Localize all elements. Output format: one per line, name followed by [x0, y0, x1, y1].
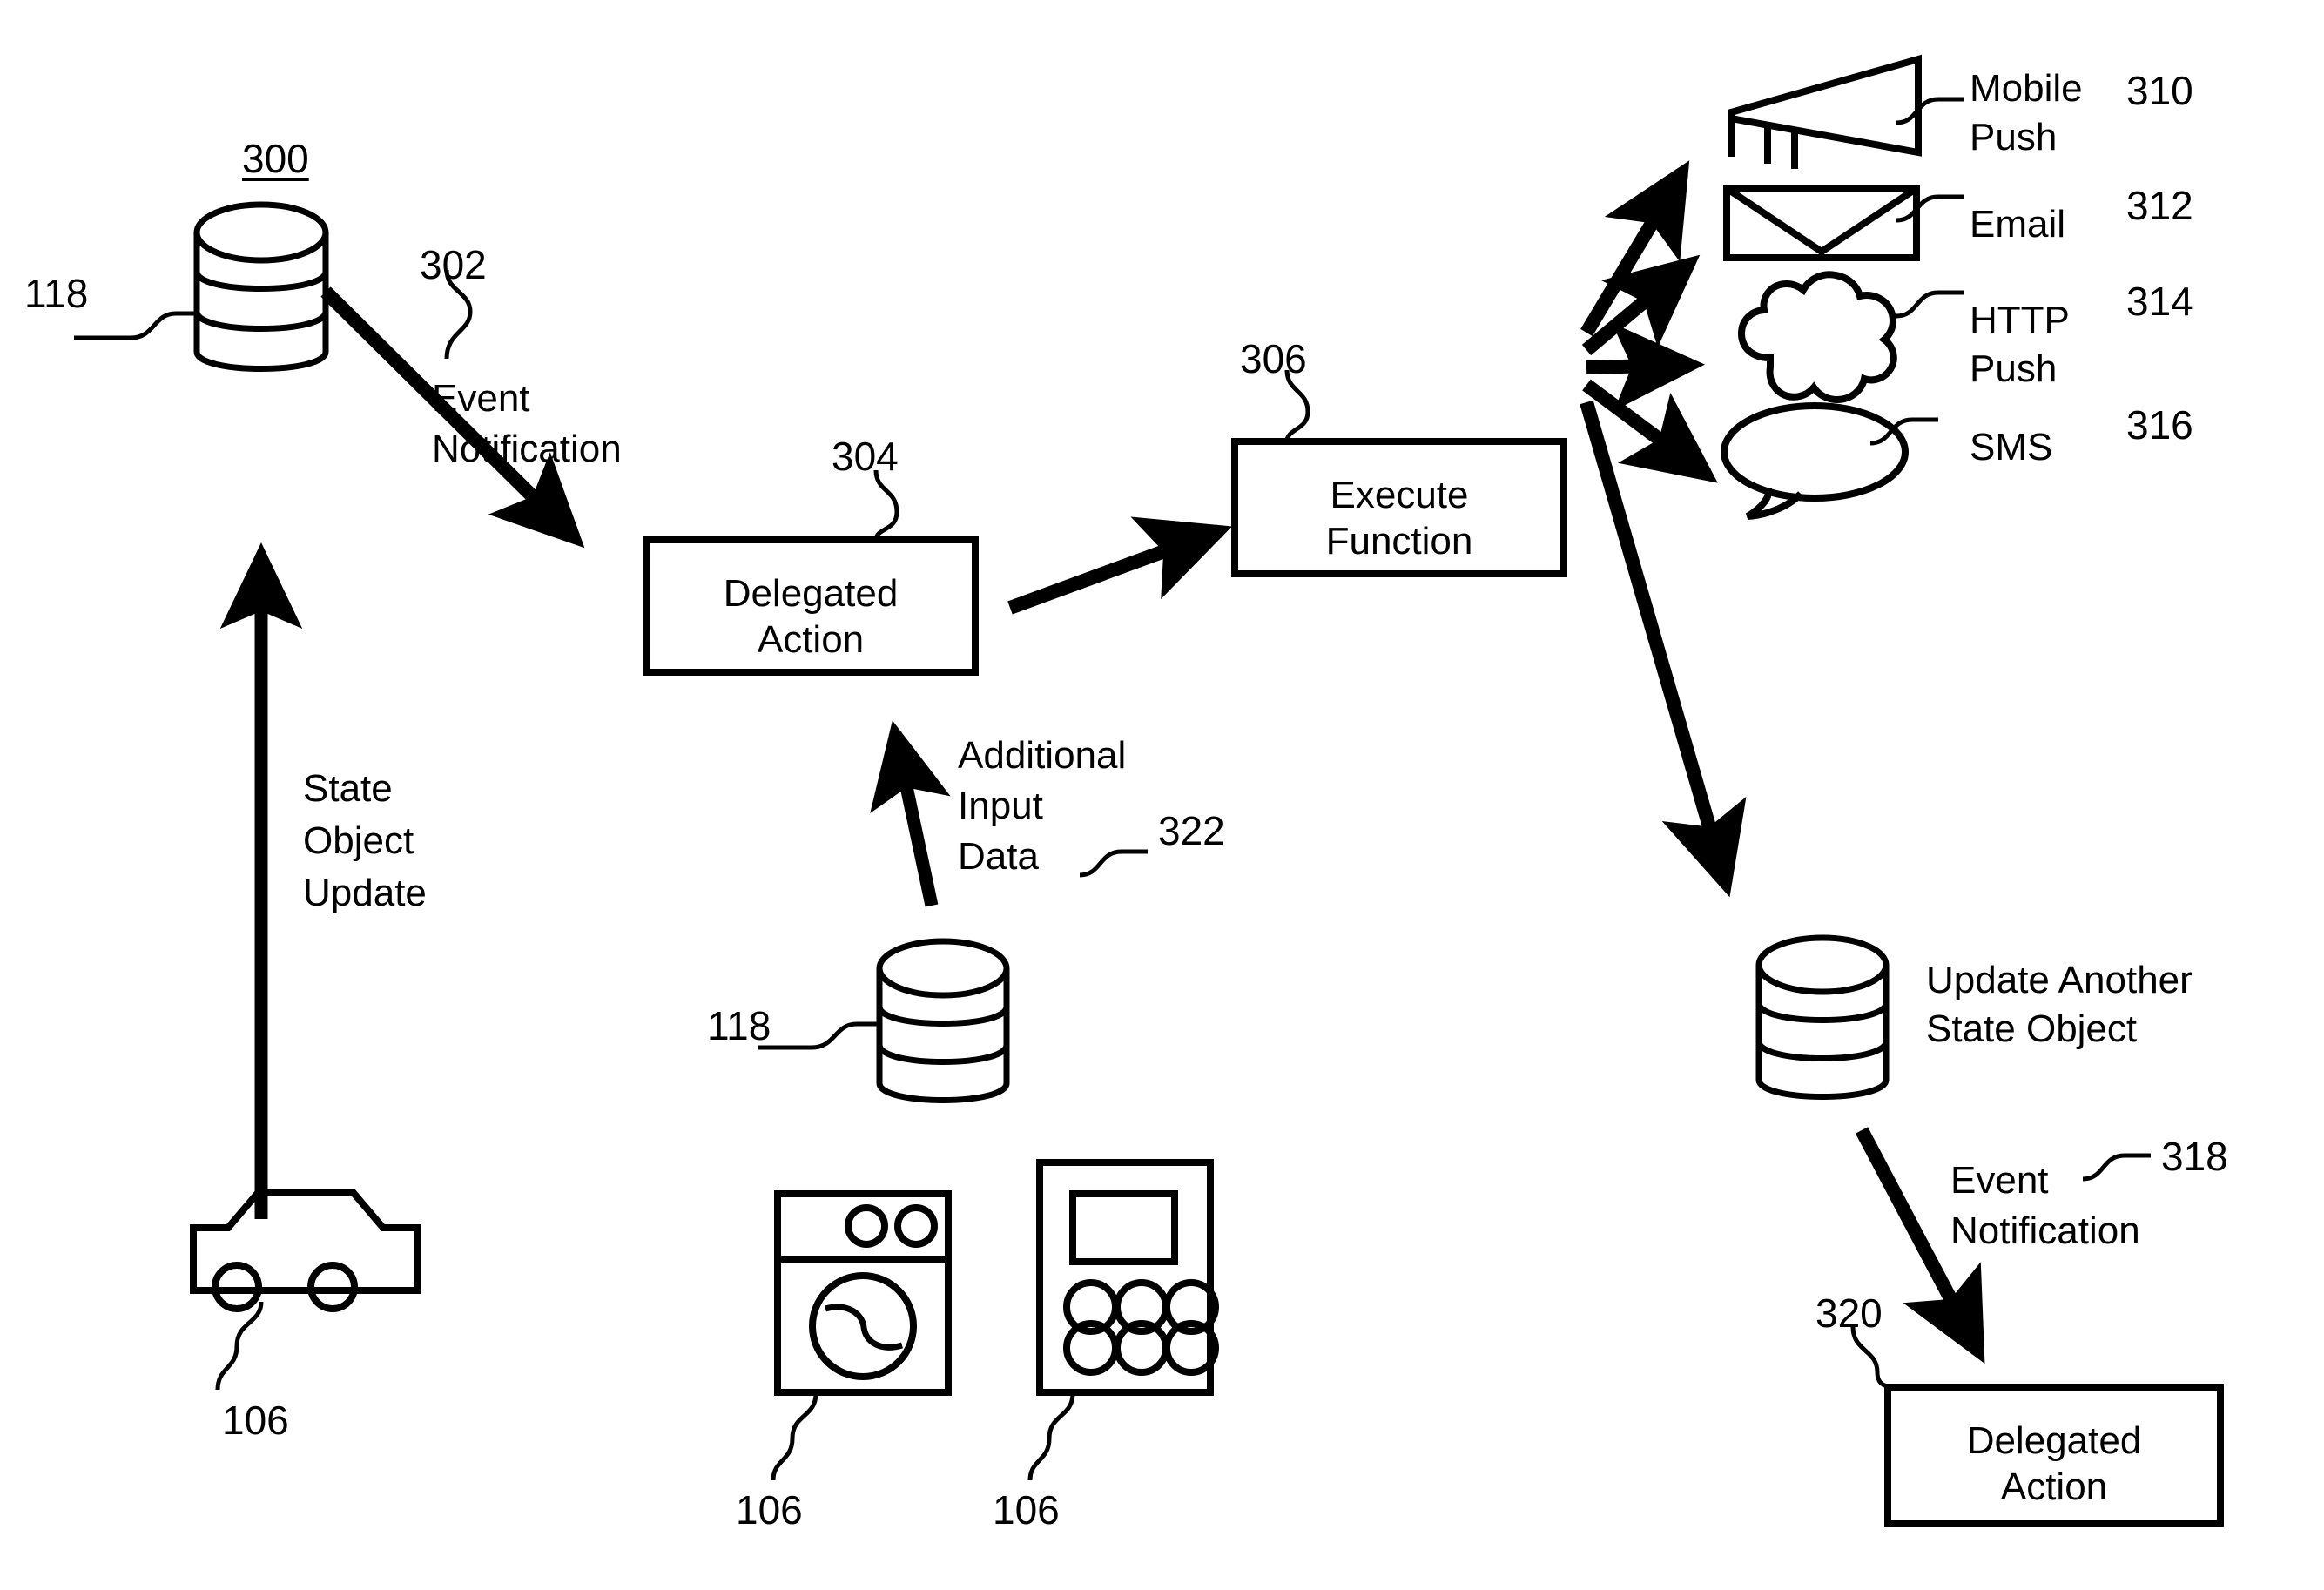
numeral-322: 322	[1158, 808, 1225, 853]
numeral-306: 306	[1240, 336, 1307, 381]
leader-line-106-car	[215, 1301, 264, 1391]
numeral-320: 320	[1815, 1290, 1883, 1336]
edge-label-state-object-update-line1: State	[303, 767, 393, 810]
output-label-email-line1: Email	[1970, 203, 2066, 246]
output-label-sms-line1: SMS	[1970, 426, 2053, 468]
numeral-106-car: 106	[222, 1398, 289, 1443]
washing-machine-icon	[774, 1190, 952, 1396]
arrow-to-http-push	[1586, 322, 1705, 411]
diagram-canvas: 300 118 302 Event Notification State Obj…	[0, 0, 2324, 1590]
leader-line-322	[1079, 849, 1148, 878]
leader-line-118-middle	[758, 1021, 879, 1050]
edge-label-additional-input-data-line3: Data	[958, 835, 1039, 878]
leader-line-320	[1850, 1326, 1890, 1390]
output-label-http-push-line2: Push	[1970, 347, 2058, 390]
arrow-delegated-to-execute	[1007, 516, 1233, 615]
execute-function-line1: Execute	[1330, 474, 1469, 516]
leader-line-304	[873, 469, 899, 541]
keypad-device-icon	[1036, 1159, 1219, 1396]
edge-label-event-notification-2-line1: Event	[1950, 1159, 2049, 1202]
update-another-state-object-db-icon	[1755, 934, 1890, 1100]
megaphone-icon	[1728, 54, 1922, 169]
edge-label-event-notification-1-line1: Event	[432, 377, 530, 420]
execute-function-line2: Function	[1325, 520, 1473, 563]
leader-line-118-left	[74, 311, 197, 340]
numeral-118-middle: 118	[707, 1003, 771, 1048]
edge-label-state-object-update-line2: Object	[303, 819, 414, 862]
numeral-310: 310	[2126, 68, 2193, 113]
speech-bubble-icon	[1721, 402, 1909, 520]
delegated-action-1-line1: Delegated	[723, 572, 899, 615]
delegated-action-1-line2: Action	[757, 618, 865, 661]
leader-line-106-washer	[771, 1392, 818, 1481]
leader-line-314	[1896, 290, 1964, 319]
leader-line-106-keypad	[1027, 1392, 1075, 1481]
numeral-106-washer: 106	[736, 1487, 803, 1533]
arrow-additional-input-data	[870, 720, 951, 907]
car-icon	[190, 1189, 421, 1312]
additional-input-db-icon	[876, 938, 1010, 1103]
numeral-314: 314	[2126, 279, 2193, 324]
output-label-http-push-line1: HTTP	[1970, 299, 2070, 341]
numeral-304: 304	[832, 434, 899, 479]
leader-line-318	[2082, 1153, 2151, 1182]
numeral-118-left: 118	[24, 271, 89, 316]
edge-label-event-notification-2-line2: Notification	[1950, 1209, 2140, 1252]
edge-label-event-notification-1-line2: Notification	[432, 428, 622, 470]
numeral-312: 312	[2126, 183, 2193, 228]
numeral-302: 302	[420, 242, 487, 287]
state-object-db-icon	[193, 201, 329, 372]
output-label-mobile-push-line1: Mobile	[1970, 67, 2083, 110]
leader-line-312	[1896, 194, 1964, 223]
envelope-icon	[1723, 185, 1920, 261]
edge-label-state-object-update-line3: Update	[303, 872, 427, 914]
numeral-318: 318	[2161, 1134, 2228, 1179]
cloud-icon	[1737, 271, 1897, 404]
delegated-action-2-line1: Delegated	[1966, 1419, 2142, 1462]
delegated-action-2-line2: Action	[2000, 1465, 2108, 1508]
numeral-106-keypad: 106	[993, 1487, 1060, 1533]
numeral-316: 316	[2126, 402, 2193, 448]
figure-number: 300	[242, 136, 309, 181]
update-another-state-object-line2: State Object	[1926, 1007, 2138, 1050]
leader-line-310	[1896, 97, 1964, 125]
output-label-mobile-push-line2: Push	[1970, 116, 2058, 158]
edge-label-additional-input-data-line1: Additional	[958, 734, 1127, 777]
edge-label-additional-input-data-line2: Input	[958, 785, 1043, 827]
update-another-state-object-line1: Update Another	[1926, 959, 2193, 1001]
